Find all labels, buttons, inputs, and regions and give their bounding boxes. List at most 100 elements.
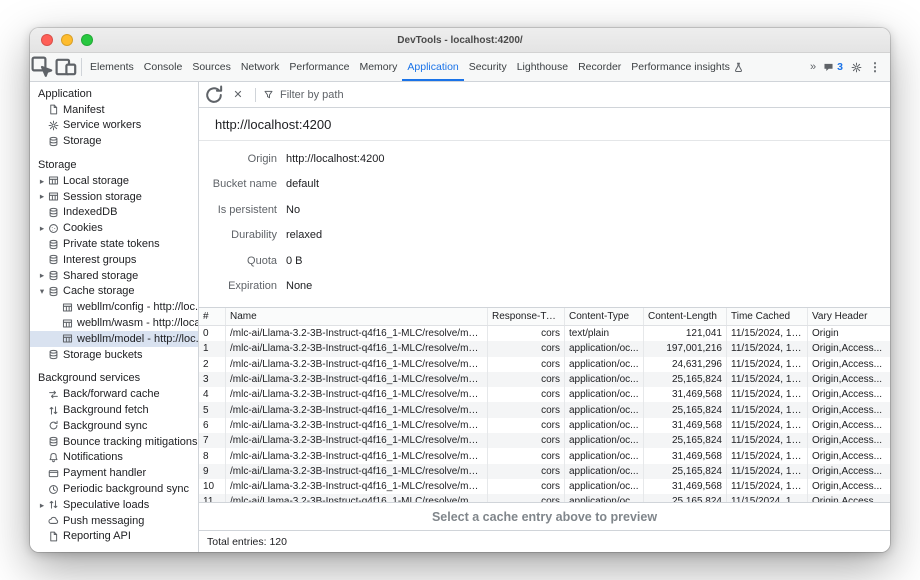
- db-icon: [47, 135, 59, 147]
- table-cell: cors: [488, 448, 565, 463]
- column-header-content-length[interactable]: Content-Length: [644, 308, 727, 325]
- tab-application[interactable]: Application: [402, 53, 463, 81]
- table-row[interactable]: 1/mlc-ai/Llama-3.2-3B-Instruct-q4f16_1-M…: [199, 341, 890, 356]
- table-cell: cors: [488, 372, 565, 387]
- sidebar-item-local-storage[interactable]: ▸Local storage: [30, 173, 198, 189]
- settings-gear-icon[interactable]: [850, 61, 862, 73]
- chevron-right-icon[interactable]: ▸: [37, 177, 47, 186]
- table-row[interactable]: 2/mlc-ai/Llama-3.2-3B-Instruct-q4f16_1-M…: [199, 357, 890, 372]
- tab-network[interactable]: Network: [236, 53, 285, 81]
- titlebar[interactable]: DevTools - localhost:4200/: [30, 28, 890, 53]
- sidebar-item-background-sync[interactable]: Background sync: [30, 418, 198, 434]
- divider: [81, 58, 82, 76]
- tab-recorder[interactable]: Recorder: [573, 53, 626, 81]
- table-cell: application/oc...: [565, 402, 644, 417]
- sidebar-item-shared-storage[interactable]: ▸Shared storage: [30, 268, 198, 284]
- table-cell: cors: [488, 341, 565, 356]
- panel-tabs: ElementsConsoleSourcesNetworkPerformance…: [85, 53, 806, 81]
- filter-by-path-input[interactable]: [278, 88, 886, 102]
- sidebar-item-push-messaging[interactable]: Push messaging: [30, 513, 198, 529]
- cache-view: http://localhost:4200 Originhttp://local…: [199, 108, 890, 530]
- sidebar-item-webllm-wasm-http-loca[interactable]: webllm/wasm - http://loca...: [30, 315, 198, 331]
- column-header-vary-header[interactable]: Vary Header: [808, 308, 890, 325]
- sidebar-item-reporting-api[interactable]: Reporting API: [30, 529, 198, 545]
- sidebar-item-manifest[interactable]: Manifest: [30, 102, 198, 118]
- updown-icon: [47, 499, 59, 511]
- sidebar-item-background-fetch[interactable]: Background fetch: [30, 402, 198, 418]
- column-header-name[interactable]: Name: [226, 308, 488, 325]
- chevron-right-icon[interactable]: ▸: [37, 271, 47, 280]
- sidebar-item-speculative-loads[interactable]: ▸Speculative loads: [30, 497, 198, 513]
- table-cell: /mlc-ai/Llama-3.2-3B-Instruct-q4f16_1-ML…: [226, 494, 488, 503]
- table-row[interactable]: 6/mlc-ai/Llama-3.2-3B-Instruct-q4f16_1-M…: [199, 418, 890, 433]
- chevron-down-icon[interactable]: ▾: [37, 287, 47, 296]
- clock-icon: [47, 483, 59, 495]
- tab-performance[interactable]: Performance: [284, 53, 354, 81]
- table-cell: application/oc...: [565, 448, 644, 463]
- devtools-content: ApplicationManifestService workersStorag…: [30, 82, 890, 552]
- sync-icon: [47, 420, 59, 432]
- tab-security[interactable]: Security: [464, 53, 512, 81]
- table-cell: 1: [199, 341, 226, 356]
- chevron-right-icon[interactable]: ▸: [37, 192, 47, 201]
- table-body[interactable]: 0/mlc-ai/Llama-3.2-3B-Instruct-q4f16_1-M…: [199, 326, 890, 503]
- chevron-right-icon[interactable]: ▸: [37, 224, 47, 233]
- chevron-right-icon[interactable]: ▸: [37, 501, 47, 510]
- table-row[interactable]: 3/mlc-ai/Llama-3.2-3B-Instruct-q4f16_1-M…: [199, 372, 890, 387]
- tab-memory[interactable]: Memory: [354, 53, 402, 81]
- divider: [255, 88, 256, 102]
- table-cell: Origin,Access...: [808, 418, 890, 433]
- card-icon: [47, 467, 59, 479]
- device-toolbar-icon[interactable]: [54, 53, 78, 81]
- table-row[interactable]: 4/mlc-ai/Llama-3.2-3B-Instruct-q4f16_1-M…: [199, 387, 890, 402]
- column-header-time-cached[interactable]: Time Cached: [727, 308, 808, 325]
- refresh-icon[interactable]: [203, 85, 225, 105]
- close-button[interactable]: [41, 34, 53, 46]
- table-row[interactable]: 10/mlc-ai/Llama-3.2-3B-Instruct-q4f16_1-…: [199, 479, 890, 494]
- cloud-icon: [47, 515, 59, 527]
- table-cell: Origin,Access...: [808, 341, 890, 356]
- table-row[interactable]: 11/mlc-ai/Llama-3.2-3B-Instruct-q4f16_1-…: [199, 494, 890, 503]
- tab-sources[interactable]: Sources: [187, 53, 236, 81]
- tab-lighthouse[interactable]: Lighthouse: [512, 53, 573, 81]
- sidebar-item-private-state-tokens[interactable]: Private state tokens: [30, 236, 198, 252]
- zoom-button[interactable]: [81, 34, 93, 46]
- table-row[interactable]: 8/mlc-ai/Llama-3.2-3B-Instruct-q4f16_1-M…: [199, 448, 890, 463]
- column-header-content-type[interactable]: Content-Type: [565, 308, 644, 325]
- tab-performance-insights[interactable]: Performance insights: [626, 53, 750, 81]
- swap-icon: [47, 388, 59, 400]
- table-row[interactable]: 7/mlc-ai/Llama-3.2-3B-Instruct-q4f16_1-M…: [199, 433, 890, 448]
- table-row[interactable]: 5/mlc-ai/Llama-3.2-3B-Instruct-q4f16_1-M…: [199, 402, 890, 417]
- sidebar-item-notifications[interactable]: Notifications: [30, 450, 198, 466]
- tab-console[interactable]: Console: [139, 53, 188, 81]
- table-row[interactable]: 9/mlc-ai/Llama-3.2-3B-Instruct-q4f16_1-M…: [199, 464, 890, 479]
- sidebar-item-interest-groups[interactable]: Interest groups: [30, 252, 198, 268]
- console-messages-badge[interactable]: 3: [822, 61, 843, 73]
- sidebar-item-payment-handler[interactable]: Payment handler: [30, 465, 198, 481]
- sidebar-item-webllm-config-http-loc[interactable]: webllm/config - http://loc...: [30, 299, 198, 315]
- sidebar-item-back-forward-cache[interactable]: Back/forward cache: [30, 386, 198, 402]
- sidebar-item-cookies[interactable]: ▸Cookies: [30, 220, 198, 236]
- sidebar-item-cache-storage[interactable]: ▾Cache storage: [30, 284, 198, 300]
- more-tabs-icon[interactable]: »: [810, 61, 815, 73]
- meta-label: Bucket name: [199, 178, 277, 190]
- sidebar-item-webllm-model-http-loc[interactable]: webllm/model - http://loc...: [30, 331, 198, 347]
- sidebar-item-session-storage[interactable]: ▸Session storage: [30, 189, 198, 205]
- kebab-menu-icon[interactable]: ⋮: [869, 60, 881, 74]
- column-header-response-type[interactable]: Response-Type: [488, 308, 565, 325]
- sidebar-item-service-workers[interactable]: Service workers: [30, 118, 198, 134]
- tab-elements[interactable]: Elements: [85, 53, 139, 81]
- sidebar-item-indexeddb[interactable]: IndexedDB: [30, 205, 198, 221]
- inspect-element-icon[interactable]: [30, 53, 54, 81]
- sidebar-item-bounce-tracking-mitigations[interactable]: Bounce tracking mitigations: [30, 434, 198, 450]
- section-title: Background services: [30, 371, 198, 387]
- delete-selected-icon[interactable]: ✕: [227, 85, 249, 105]
- table-row[interactable]: 0/mlc-ai/Llama-3.2-3B-Instruct-q4f16_1-M…: [199, 326, 890, 341]
- column-header-[interactable]: #: [199, 308, 226, 325]
- sidebar-item-storage-buckets[interactable]: Storage buckets: [30, 347, 198, 363]
- minimize-button[interactable]: [61, 34, 73, 46]
- table-cell: 121,041: [644, 326, 727, 341]
- sidebar-item-storage[interactable]: Storage: [30, 133, 198, 149]
- db-icon: [47, 436, 59, 448]
- sidebar-item-periodic-background-sync[interactable]: Periodic background sync: [30, 481, 198, 497]
